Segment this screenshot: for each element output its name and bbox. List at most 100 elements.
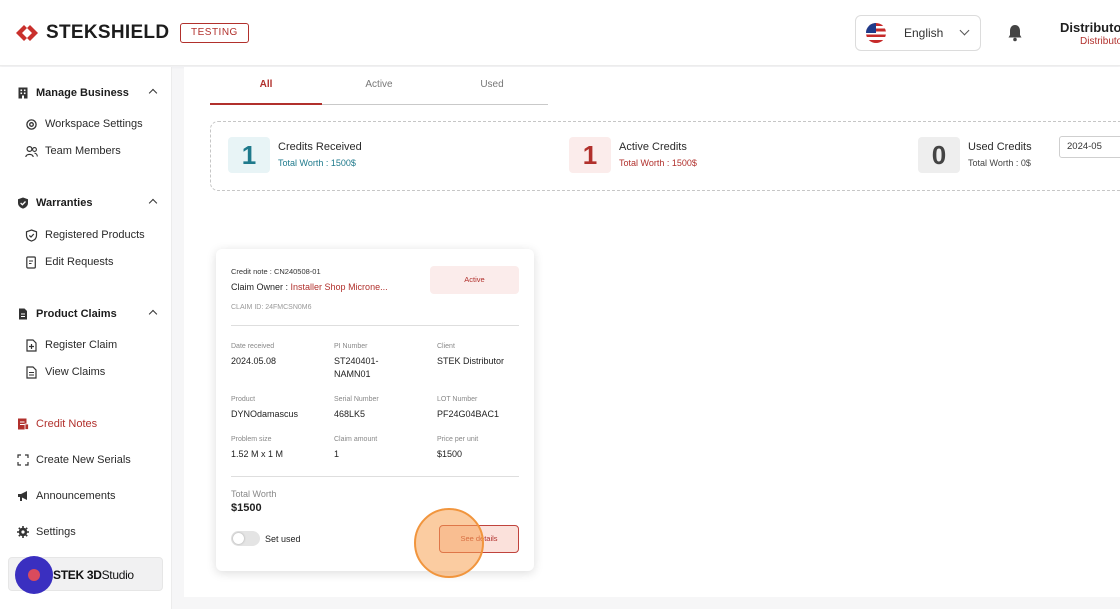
sidebar-item-create-new-serials[interactable]: Create New Serials [17, 452, 131, 468]
stat-credits-received: 1 Credits Received Total Worth : 1500$ [228, 137, 362, 173]
sidebar-item-announcements[interactable]: Announcements [17, 488, 116, 504]
month-filter-input[interactable]: 2024-05 [1059, 136, 1120, 158]
section-manage-business[interactable]: Manage Business [17, 84, 160, 102]
set-used-label: Set used [265, 534, 301, 544]
stat-subtitle: Total Worth : 1500$ [619, 158, 697, 168]
sidebar-item-credit-notes[interactable]: Credit Notes [17, 416, 97, 432]
add-document-icon [26, 338, 37, 352]
divider [231, 476, 519, 477]
section-title: Product Claims [36, 308, 117, 320]
sidebar-item-label: Register Claim [45, 339, 118, 351]
status-badge: Active [430, 266, 519, 294]
claim-owner-value[interactable]: Installer Shop Microne... [291, 282, 388, 292]
section-product-claims[interactable]: Product Claims [17, 305, 160, 323]
field-value: 1 [334, 449, 340, 459]
field-value: ST240401-NAMN01 [334, 356, 379, 379]
language-selector[interactable]: English [855, 15, 981, 51]
credit-stats-panel: 1 Credits Received Total Worth : 1500$ 1… [210, 121, 1120, 191]
credit-tabs: All Active Used [210, 67, 548, 105]
record-button[interactable] [15, 556, 53, 594]
stat-title: Used Credits [968, 141, 1032, 153]
see-details-button[interactable]: See details [439, 525, 519, 553]
stat-value: 1 [569, 137, 611, 173]
edit-document-icon [26, 255, 36, 269]
studio-brand: STEK 3DStudio [53, 568, 134, 582]
field-value: 1.52 M x 1 M [231, 449, 284, 459]
section-title: Warranties [36, 197, 93, 209]
stat-used-credits: 0 Used Credits Total Worth : 0$ [918, 137, 1032, 173]
sidebar-item-workspace-settings[interactable]: Workspace Settings [25, 116, 143, 132]
claim-owner: Claim Owner : Installer Shop Microne... [231, 282, 388, 292]
divider [231, 325, 519, 326]
field-label: Price per unit [437, 436, 479, 443]
total-worth-label: Total Worth [231, 489, 277, 499]
scan-icon [17, 454, 29, 466]
field-label: Problem size [231, 436, 272, 443]
sidebar-item-team-members[interactable]: Team Members [25, 143, 121, 159]
field-value: 468LK5 [334, 409, 366, 419]
field-label: Date received [231, 343, 275, 350]
building-icon [18, 87, 28, 99]
sidebar-item-edit-requests[interactable]: Edit Requests [25, 254, 113, 270]
sidebar-item-view-claims[interactable]: View Claims [25, 364, 105, 380]
gear-icon [26, 118, 37, 130]
sidebar-item-label: Edit Requests [45, 256, 114, 268]
sidebar-item-label: View Claims [45, 366, 106, 378]
sidebar-item-registered-products[interactable]: Registered Products [25, 227, 145, 243]
field-label: Claim amount [334, 436, 378, 443]
field-label: Serial Number [334, 396, 379, 403]
active-tab-indicator [210, 103, 322, 105]
sidebar-item-settings[interactable]: Settings [17, 524, 76, 540]
sidebar-item-label: Create New Serials [36, 454, 131, 466]
chevron-up-icon[interactable] [148, 198, 158, 208]
claim-owner-label: Claim Owner : [231, 282, 289, 292]
sidebar-item-label: Settings [36, 526, 76, 538]
sidebar-item-label: Workspace Settings [45, 118, 143, 130]
field-value: 2024.05.08 [231, 356, 277, 366]
section-title: Manage Business [36, 87, 129, 99]
tab-active[interactable]: Active [323, 79, 435, 90]
set-used-toggle[interactable] [231, 531, 260, 546]
top-header: STEKSHIELD TESTING English Distributor D… [0, 0, 1120, 66]
stat-title: Credits Received [278, 141, 362, 153]
user-role: Distributor [1080, 36, 1120, 47]
shield-check-outline-icon [25, 228, 38, 242]
sidebar-item-label: Registered Products [45, 229, 145, 241]
stat-value: 0 [918, 137, 960, 173]
total-worth-value: $1500 [231, 502, 262, 514]
tab-used[interactable]: Used [436, 79, 548, 90]
field-label: Product [231, 396, 256, 403]
field-value: DYNOdamascus [231, 409, 299, 419]
chevron-up-icon[interactable] [148, 309, 158, 319]
stat-subtitle: Total Worth : 1500$ [278, 158, 356, 168]
shield-check-icon [18, 197, 28, 209]
sidebar-item-label: Credit Notes [36, 418, 98, 430]
notification-bell-icon[interactable] [1007, 24, 1023, 42]
sidebar-item-label: Announcements [36, 490, 116, 502]
stat-subtitle: Total Worth : 0$ [968, 158, 1031, 168]
settings-gear-icon [17, 526, 29, 538]
claim-id: CLAIM ID: 24FMCSN0M6 [231, 304, 312, 311]
field-label: LOT Number [437, 396, 478, 403]
users-icon [25, 145, 38, 157]
main-content: All Active Used 1 Credits Received Total… [184, 67, 1120, 597]
stat-title: Active Credits [619, 141, 687, 153]
field-value: PF24G04BAC1 [437, 409, 500, 419]
field-value: STEK Distributor [437, 356, 505, 366]
chevron-up-icon[interactable] [148, 88, 158, 98]
receipt-icon [18, 418, 29, 430]
stat-value: 1 [228, 137, 270, 173]
sidebar-item-register-claim[interactable]: Register Claim [25, 337, 117, 353]
chevron-down-icon [959, 25, 970, 36]
credit-note-card: Credit note : CN240508-01 Claim Owner : … [216, 249, 534, 571]
brand-logo[interactable]: STEKSHIELD [14, 22, 169, 44]
brand-name: STEKSHIELD [46, 22, 170, 43]
tab-all[interactable]: All [210, 79, 322, 90]
user-name[interactable]: Distributor [1060, 20, 1120, 35]
environment-badge: TESTING [180, 23, 249, 43]
document-icon [19, 308, 27, 320]
document-list-icon [26, 365, 37, 379]
sidebar-item-label: Team Members [45, 145, 121, 157]
studio-brand-bold: STEK 3D [53, 568, 102, 582]
section-warranties[interactable]: Warranties [17, 194, 160, 212]
